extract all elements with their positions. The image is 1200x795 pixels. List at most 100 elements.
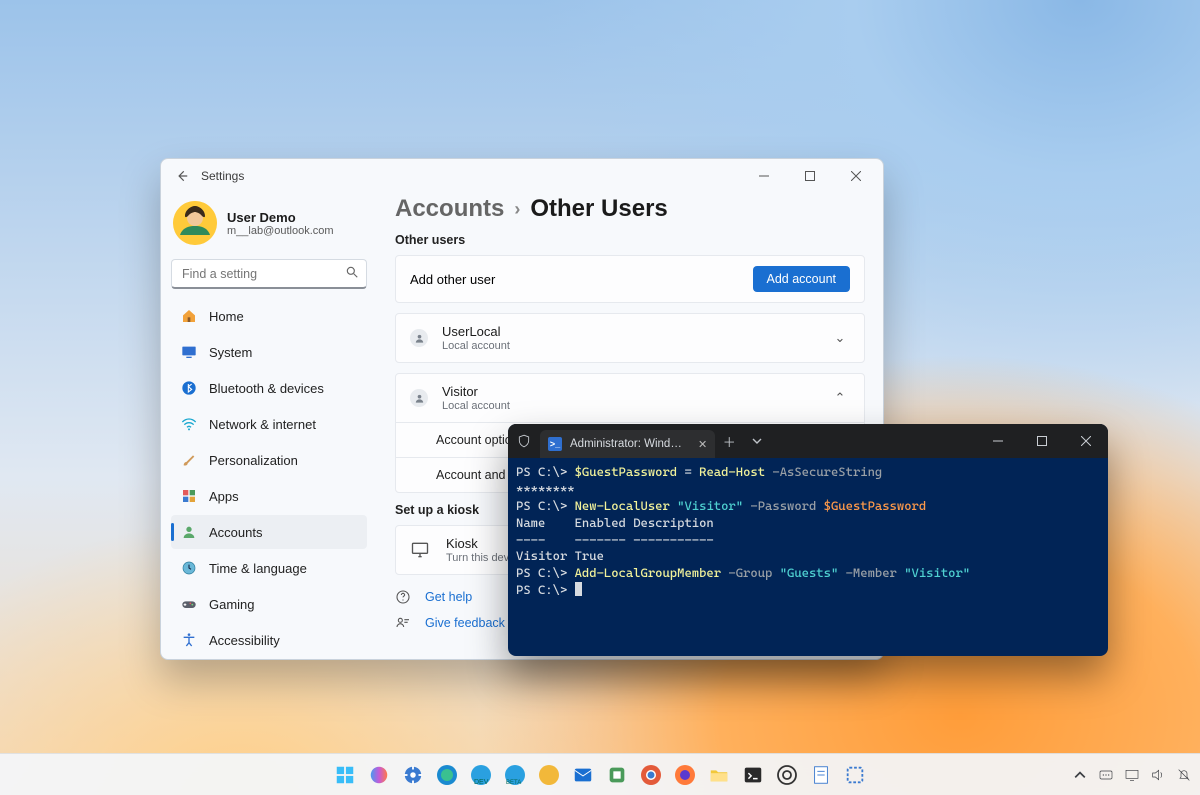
taskbar-snip[interactable] xyxy=(841,761,869,789)
kiosk-icon xyxy=(410,540,432,560)
terminal-tab[interactable]: >_ Administrator: Windows PowerShell ✕ xyxy=(540,430,715,458)
uac-shield-icon xyxy=(508,434,540,448)
minimize-button[interactable] xyxy=(741,159,787,193)
taskbar-notepad[interactable] xyxy=(807,761,835,789)
terminal-maximize-button[interactable] xyxy=(1020,424,1064,458)
section-other-users: Other users xyxy=(395,233,865,247)
help-icon xyxy=(395,589,413,605)
user-row[interactable]: VisitorLocal account ⌃ xyxy=(396,374,864,422)
system-icon xyxy=(181,344,197,360)
sidebar-search[interactable] xyxy=(171,259,367,289)
profile-email: m__lab@outlook.com xyxy=(227,225,334,237)
user-card: UserLocalLocal account ⌄ xyxy=(395,313,865,363)
terminal-body[interactable]: PS C:\> $GuestPassword = Read-Host -AsSe… xyxy=(508,458,1108,656)
sidebar-item-label: Network & internet xyxy=(209,417,316,432)
tray-tray[interactable] xyxy=(1124,767,1140,783)
taskbar-center: DEV BETA xyxy=(331,761,869,789)
sidebar-item-brush[interactable]: Personalization xyxy=(171,443,367,477)
sidebar-item-bluetooth[interactable]: Bluetooth & devices xyxy=(171,371,367,405)
chevron-down-icon[interactable]: ⌄ xyxy=(830,330,850,346)
sidebar-item-accounts[interactable]: Accounts xyxy=(171,515,367,549)
close-button[interactable] xyxy=(833,159,879,193)
taskbar-settings[interactable] xyxy=(399,761,427,789)
taskbar: DEV BETA xyxy=(0,753,1200,795)
tray-ime[interactable] xyxy=(1098,767,1114,783)
sidebar-item-time[interactable]: Time & language xyxy=(171,551,367,585)
taskbar-edge-dev[interactable]: DEV xyxy=(467,761,495,789)
breadcrumb-parent[interactable]: Accounts xyxy=(395,195,504,223)
taskbar-openai[interactable] xyxy=(773,761,801,789)
terminal-minimize-button[interactable] xyxy=(976,424,1020,458)
gaming-icon xyxy=(181,596,197,612)
avatar xyxy=(173,201,217,245)
accounts-icon xyxy=(181,524,197,540)
home-icon xyxy=(181,308,197,324)
sidebar-item-label: Accessibility xyxy=(209,633,280,648)
sidebar-item-accessibility[interactable]: Accessibility xyxy=(171,623,367,657)
terminal-window: >_ Administrator: Windows PowerShell ✕ ＋… xyxy=(508,424,1108,656)
settings-sidebar: User Demo m__lab@outlook.com Home System B… xyxy=(161,193,377,659)
svg-text:DEV: DEV xyxy=(474,779,489,786)
settings-title: Settings xyxy=(201,169,244,183)
desktop: Settings User Demo m__lab@outlook.com xyxy=(0,0,1200,795)
tab-close-button[interactable]: ✕ xyxy=(698,438,707,451)
close-icon xyxy=(1081,436,1091,446)
person-icon xyxy=(410,329,428,347)
sidebar-item-apps[interactable]: Apps xyxy=(171,479,367,513)
taskbar-tray xyxy=(1072,767,1192,783)
taskbar-start[interactable] xyxy=(331,761,359,789)
profile[interactable]: User Demo m__lab@outlook.com xyxy=(171,197,367,259)
tray-volume[interactable] xyxy=(1150,767,1166,783)
time-icon xyxy=(181,560,197,576)
close-icon xyxy=(851,171,861,181)
tab-dropdown-button[interactable] xyxy=(743,436,771,446)
add-account-button[interactable]: Add account xyxy=(753,266,851,292)
sidebar-item-privacy[interactable]: Privacy & security xyxy=(171,659,367,660)
settings-nav: Home System Bluetooth & devices Network & i… xyxy=(171,299,367,660)
taskbar-copilot[interactable] xyxy=(365,761,393,789)
breadcrumb-current: Other Users xyxy=(530,195,667,223)
taskbar-edge[interactable] xyxy=(433,761,461,789)
maximize-button[interactable] xyxy=(787,159,833,193)
sidebar-item-home[interactable]: Home xyxy=(171,299,367,333)
tray-notifications[interactable] xyxy=(1176,767,1192,783)
sidebar-item-label: Apps xyxy=(209,489,239,504)
terminal-close-button[interactable] xyxy=(1064,424,1108,458)
taskbar-edge-beta[interactable]: BETA xyxy=(501,761,529,789)
new-tab-button[interactable]: ＋ xyxy=(715,432,743,451)
taskbar-msto[interactable] xyxy=(603,761,631,789)
sidebar-item-label: Home xyxy=(209,309,244,324)
sidebar-item-label: Accounts xyxy=(209,525,262,540)
terminal-titlebar: >_ Administrator: Windows PowerShell ✕ ＋ xyxy=(508,424,1108,458)
arrow-left-icon xyxy=(175,169,189,183)
feedback-icon xyxy=(395,615,413,631)
sidebar-item-system[interactable]: System xyxy=(171,335,367,369)
add-user-card: Add other user Add account xyxy=(395,255,865,303)
taskbar-terminal[interactable] xyxy=(739,761,767,789)
wifi-icon xyxy=(181,416,197,432)
sidebar-item-label: Time & language xyxy=(209,561,307,576)
back-button[interactable] xyxy=(165,169,199,183)
sidebar-item-gaming[interactable]: Gaming xyxy=(171,587,367,621)
taskbar-mail[interactable] xyxy=(569,761,597,789)
user-row[interactable]: UserLocalLocal account ⌄ xyxy=(396,314,864,362)
sidebar-item-label: System xyxy=(209,345,252,360)
tray-chevron-up[interactable] xyxy=(1072,767,1088,783)
maximize-icon xyxy=(1037,436,1047,446)
taskbar-edge-canary[interactable] xyxy=(535,761,563,789)
person-icon xyxy=(410,389,428,407)
search-input[interactable] xyxy=(171,259,367,289)
terminal-tab-title: Administrator: Windows PowerShell xyxy=(570,438,688,450)
sidebar-item-wifi[interactable]: Network & internet xyxy=(171,407,367,441)
minimize-icon xyxy=(759,171,769,181)
taskbar-explorer[interactable] xyxy=(705,761,733,789)
powershell-icon: >_ xyxy=(548,437,562,451)
sidebar-item-label: Gaming xyxy=(209,597,255,612)
taskbar-firefox[interactable] xyxy=(671,761,699,789)
chevron-down-icon xyxy=(752,436,762,446)
settings-titlebar: Settings xyxy=(161,159,883,193)
chevron-up-icon[interactable]: ⌃ xyxy=(830,390,850,406)
taskbar-chrome[interactable] xyxy=(637,761,665,789)
bluetooth-icon xyxy=(181,380,197,396)
minimize-icon xyxy=(993,436,1003,446)
